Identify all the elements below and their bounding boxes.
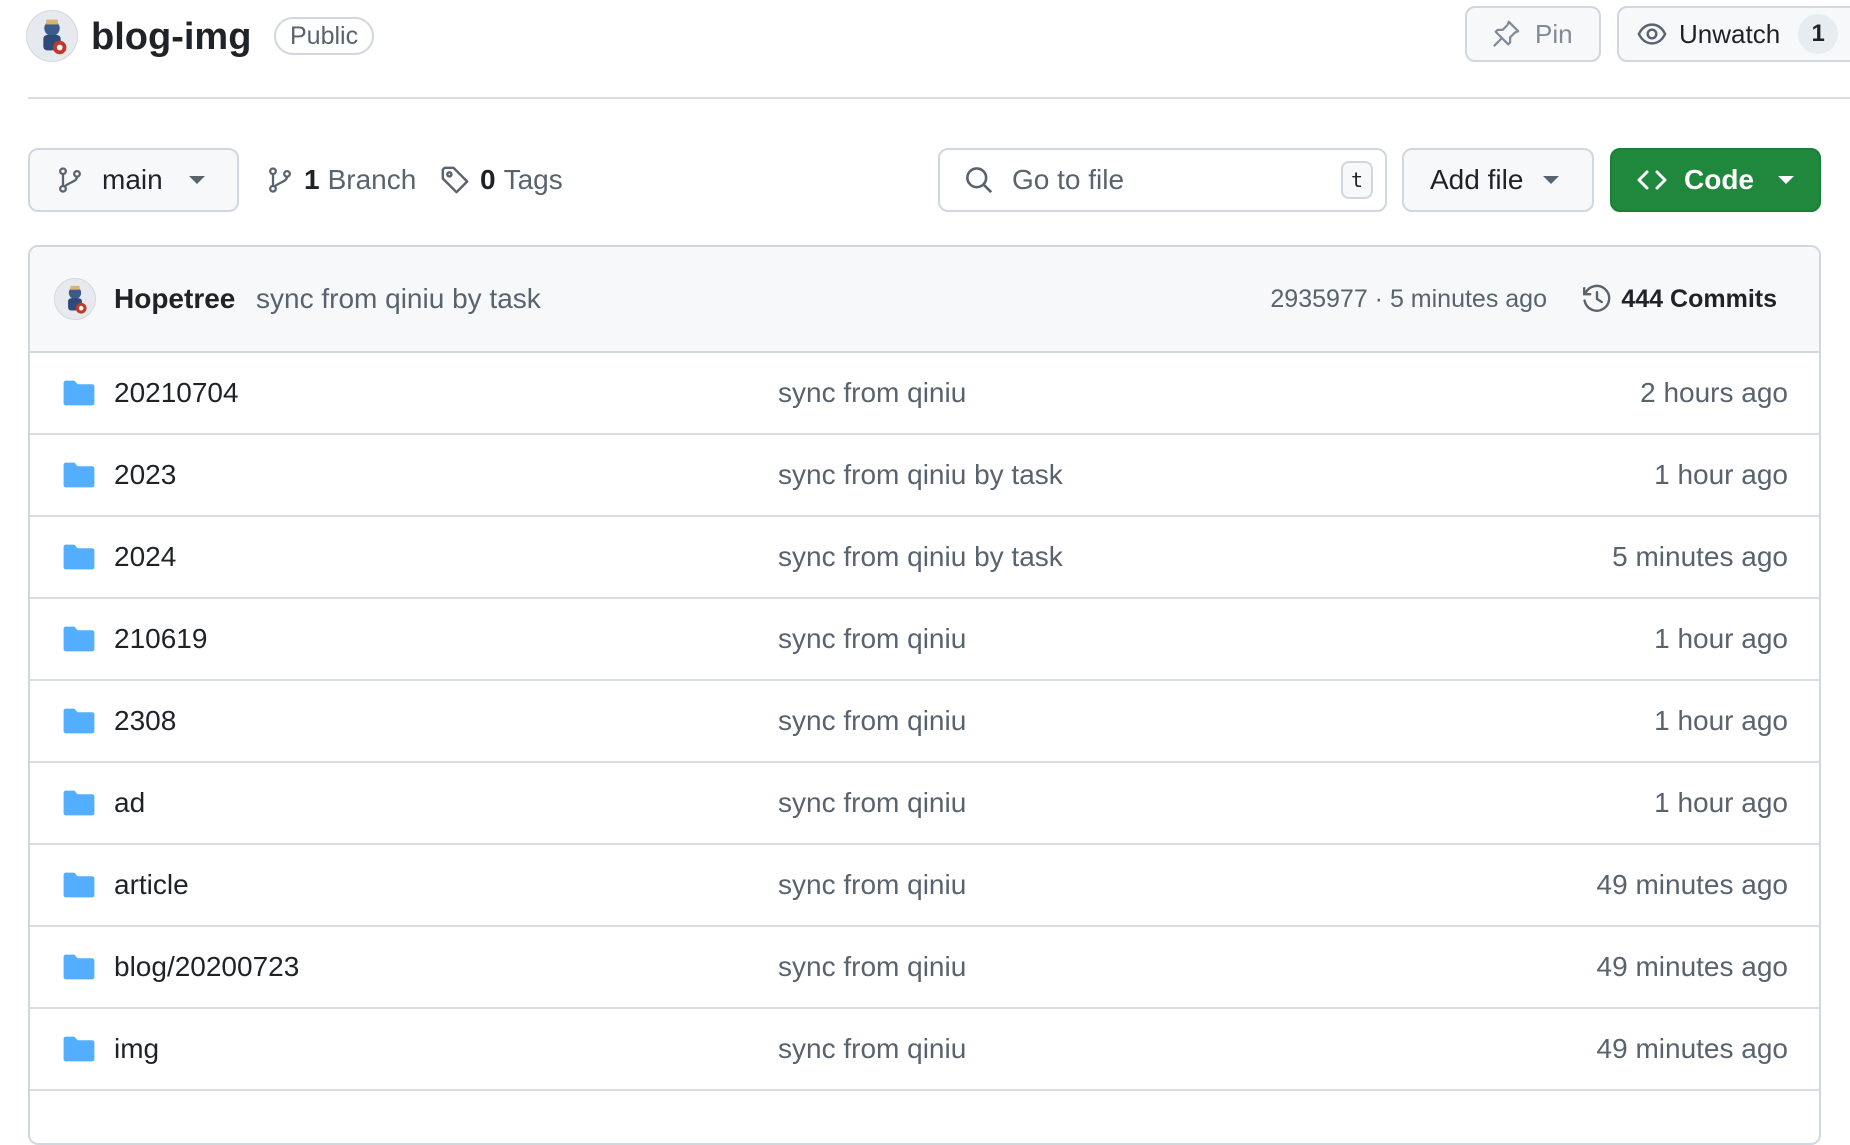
file-commit-time: 1 hour ago — [1654, 705, 1788, 736]
file-row[interactable]: article sync from qiniu 49 minutes ago — [30, 845, 1819, 927]
folder-icon — [62, 789, 96, 817]
code-icon — [1636, 164, 1668, 196]
chevron-down-icon — [1778, 176, 1794, 184]
file-row[interactable]: 2308 sync from qiniu 1 hour ago — [30, 681, 1819, 763]
file-name-link[interactable]: article — [114, 869, 189, 901]
file-commit-time: 49 minutes ago — [1596, 869, 1788, 900]
file-commit-time: 2 hours ago — [1640, 377, 1788, 408]
file-commit-time: 1 hour ago — [1654, 623, 1788, 654]
go-to-file-search[interactable]: t — [938, 148, 1387, 212]
file-name-link[interactable]: 2024 — [114, 541, 176, 573]
file-commit-message[interactable]: sync from qiniu — [778, 623, 966, 655]
file-name-link[interactable]: 2023 — [114, 459, 176, 491]
pin-button[interactable]: Pin — [1465, 6, 1601, 62]
file-commit-time: 1 hour ago — [1654, 459, 1788, 490]
file-name-link[interactable]: blog/20200723 — [114, 951, 299, 983]
file-commit-message[interactable]: sync from qiniu — [778, 869, 966, 901]
add-file-label: Add file — [1430, 164, 1524, 195]
branches-link[interactable]: 1 Branch — [266, 160, 416, 200]
file-row[interactable]: ad sync from qiniu 1 hour ago — [30, 763, 1819, 845]
folder-icon — [62, 871, 96, 899]
folder-icon — [62, 707, 96, 735]
file-commit-message[interactable]: sync from qiniu by task — [778, 459, 1063, 491]
branch-name: main — [102, 164, 163, 195]
repo-owner-avatar[interactable] — [26, 10, 78, 62]
search-icon — [964, 165, 994, 195]
file-name-link[interactable]: 2308 — [114, 705, 176, 737]
file-list: 20210704 sync from qiniu 2 hours ago 2023 sy… — [30, 353, 1819, 1091]
tags-link[interactable]: 0 Tags — [440, 160, 563, 200]
file-commit-time: 1 hour ago — [1654, 787, 1788, 818]
commit-author-avatar[interactable] — [54, 278, 96, 320]
file-name-link[interactable]: 20210704 — [114, 377, 239, 409]
go-to-file-input[interactable] — [1012, 164, 1312, 196]
branch-selector[interactable]: main — [28, 148, 239, 212]
git-branch-icon — [266, 166, 294, 194]
file-row[interactable]: 2024 sync from qiniu by task 5 minutes ago — [30, 517, 1819, 599]
chevron-down-icon — [1543, 176, 1560, 184]
visibility-badge: Public — [274, 17, 375, 55]
commit-hash-time[interactable]: 2935977 · 5 minutes ago — [1270, 285, 1547, 314]
file-row[interactable]: img sync from qiniu 49 minutes ago — [30, 1009, 1819, 1091]
repo-name[interactable]: blog-img — [91, 9, 251, 65]
file-commit-time: 49 minutes ago — [1596, 1033, 1788, 1064]
file-commit-message[interactable]: sync from qiniu — [778, 377, 966, 409]
keyboard-shortcut-hint: t — [1341, 161, 1373, 199]
file-commit-message[interactable]: sync from qiniu — [778, 1033, 966, 1065]
tags-count: 0 — [480, 164, 496, 195]
file-name-link[interactable]: img — [114, 1033, 159, 1065]
file-commit-message[interactable]: sync from qiniu — [778, 705, 966, 737]
file-row[interactable]: 2023 sync from qiniu by task 1 hour ago — [30, 435, 1819, 517]
add-file-button[interactable]: Add file — [1402, 148, 1594, 212]
file-name-link[interactable]: ad — [114, 787, 145, 819]
pin-label: Pin — [1535, 18, 1573, 49]
header-divider — [28, 97, 1850, 99]
git-branch-icon — [56, 166, 84, 194]
folder-icon — [62, 1035, 96, 1063]
file-commit-time: 5 minutes ago — [1612, 541, 1788, 572]
commit-message[interactable]: sync from qiniu by task — [256, 283, 541, 315]
folder-icon — [62, 953, 96, 981]
pin-icon — [1491, 19, 1521, 49]
unwatch-button[interactable]: Unwatch 1 — [1617, 6, 1850, 62]
commits-count-label: 444 Commits — [1621, 284, 1777, 313]
folder-icon — [62, 625, 96, 653]
file-name-link[interactable]: 210619 — [114, 623, 207, 655]
file-commit-time: 49 minutes ago — [1596, 951, 1788, 982]
file-commit-message[interactable]: sync from qiniu — [778, 951, 966, 983]
watch-count: 1 — [1798, 14, 1839, 54]
folder-icon — [62, 379, 96, 407]
latest-commit-bar: Hopetree sync from qiniu by task 2935977… — [30, 247, 1819, 353]
file-commit-message[interactable]: sync from qiniu — [778, 787, 966, 819]
tag-icon — [440, 165, 470, 195]
chevron-down-icon — [188, 176, 205, 184]
file-table: Hopetree sync from qiniu by task 2935977… — [28, 245, 1821, 1145]
file-row[interactable]: blog/20200723 sync from qiniu 49 minutes a… — [30, 927, 1819, 1009]
folder-icon — [62, 461, 96, 489]
folder-icon — [62, 543, 96, 571]
branches-count: 1 — [304, 164, 320, 195]
code-button[interactable]: Code — [1610, 148, 1821, 212]
file-row[interactable]: 20210704 sync from qiniu 2 hours ago — [30, 353, 1819, 435]
commits-history-link[interactable]: 444 Commits — [1581, 283, 1777, 315]
history-icon — [1581, 283, 1621, 315]
file-commit-message[interactable]: sync from qiniu by task — [778, 541, 1063, 573]
unwatch-label: Unwatch — [1679, 18, 1781, 49]
branches-label: Branch — [327, 164, 417, 195]
tags-label: Tags — [503, 164, 563, 195]
code-label: Code — [1684, 164, 1754, 195]
file-row[interactable]: 210619 sync from qiniu 1 hour ago — [30, 599, 1819, 681]
eye-icon — [1637, 19, 1667, 49]
commit-author[interactable]: Hopetree — [114, 283, 235, 315]
